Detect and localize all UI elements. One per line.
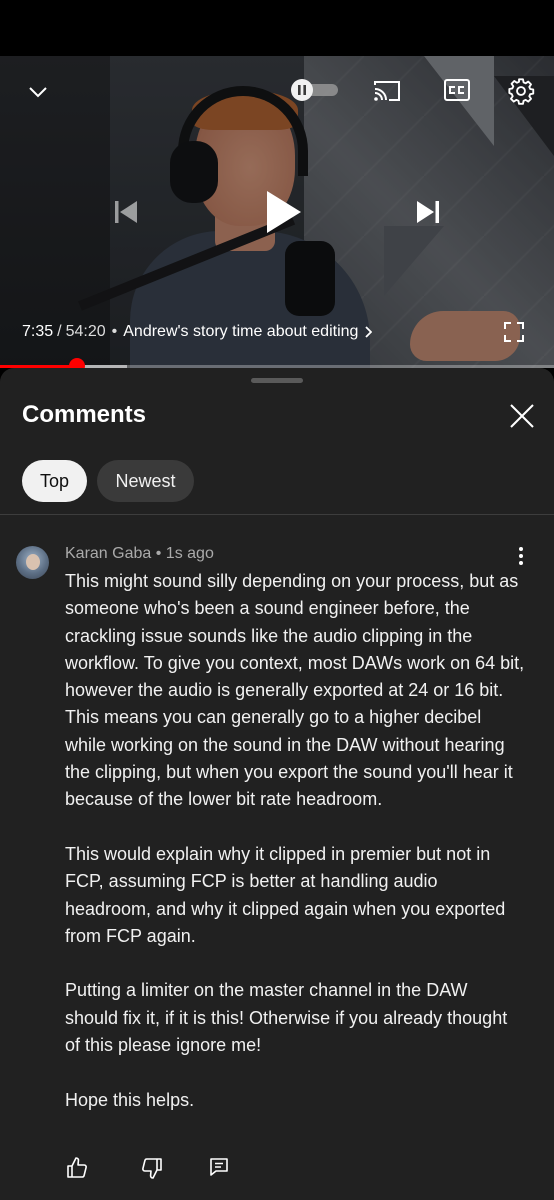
video-player[interactable]: 7:35 / 54:20 • Andrew's story time about…	[0, 56, 554, 368]
chevron-down-icon[interactable]	[22, 78, 54, 106]
status-bar	[0, 0, 554, 56]
comment-paragraph: This might sound silly depending on your…	[65, 571, 525, 810]
close-icon[interactable]	[508, 402, 536, 430]
chapter-title[interactable]: Andrew's story time about editing	[123, 323, 358, 341]
comments-title: Comments	[22, 401, 147, 428]
thumbs-up-icon[interactable]	[65, 1156, 91, 1182]
cc-icon[interactable]	[442, 77, 472, 103]
skip-next-icon[interactable]	[412, 196, 444, 228]
comment-paragraph: This would explain why it clipped in pre…	[65, 843, 506, 946]
cast-icon[interactable]	[370, 76, 404, 106]
time-chapter-row[interactable]: 7:35 / 54:20 • Andrew's story time about…	[22, 320, 373, 344]
skip-previous-icon[interactable]	[110, 196, 142, 228]
divider	[0, 514, 554, 515]
more-vert-icon[interactable]	[510, 544, 532, 568]
meta-dot: •	[155, 545, 162, 562]
time-separator: /	[57, 323, 62, 340]
fullscreen-icon[interactable]	[502, 320, 526, 344]
avatar[interactable]	[16, 546, 49, 579]
total-time: 54:20	[65, 323, 106, 340]
comments-sheet: Comments Top Newest Karan Gaba • 1s ago …	[0, 368, 554, 1200]
comment-paragraph: Hope this helps.	[65, 1089, 195, 1110]
chip-top[interactable]: Top	[22, 460, 87, 502]
comment-time: 1s ago	[165, 545, 214, 562]
current-time: 7:35	[22, 323, 54, 340]
chevron-right-icon	[364, 326, 373, 338]
autoplay-toggle-icon[interactable]	[290, 79, 340, 101]
play-icon[interactable]	[258, 184, 308, 240]
drag-handle[interactable]	[251, 378, 303, 383]
chapter-dot: •	[111, 323, 118, 340]
reply-icon[interactable]	[208, 1156, 234, 1182]
thumbs-down-icon[interactable]	[140, 1156, 166, 1182]
comment-meta: Karan Gaba • 1s ago	[65, 545, 214, 563]
gear-icon[interactable]	[505, 75, 537, 107]
chip-newest[interactable]: Newest	[97, 460, 194, 502]
comment-paragraph: Putting a limiter on the master channel …	[65, 980, 508, 1056]
comment-body: This might sound silly depending on your…	[65, 568, 525, 1114]
comment-author[interactable]: Karan Gaba	[65, 545, 151, 562]
